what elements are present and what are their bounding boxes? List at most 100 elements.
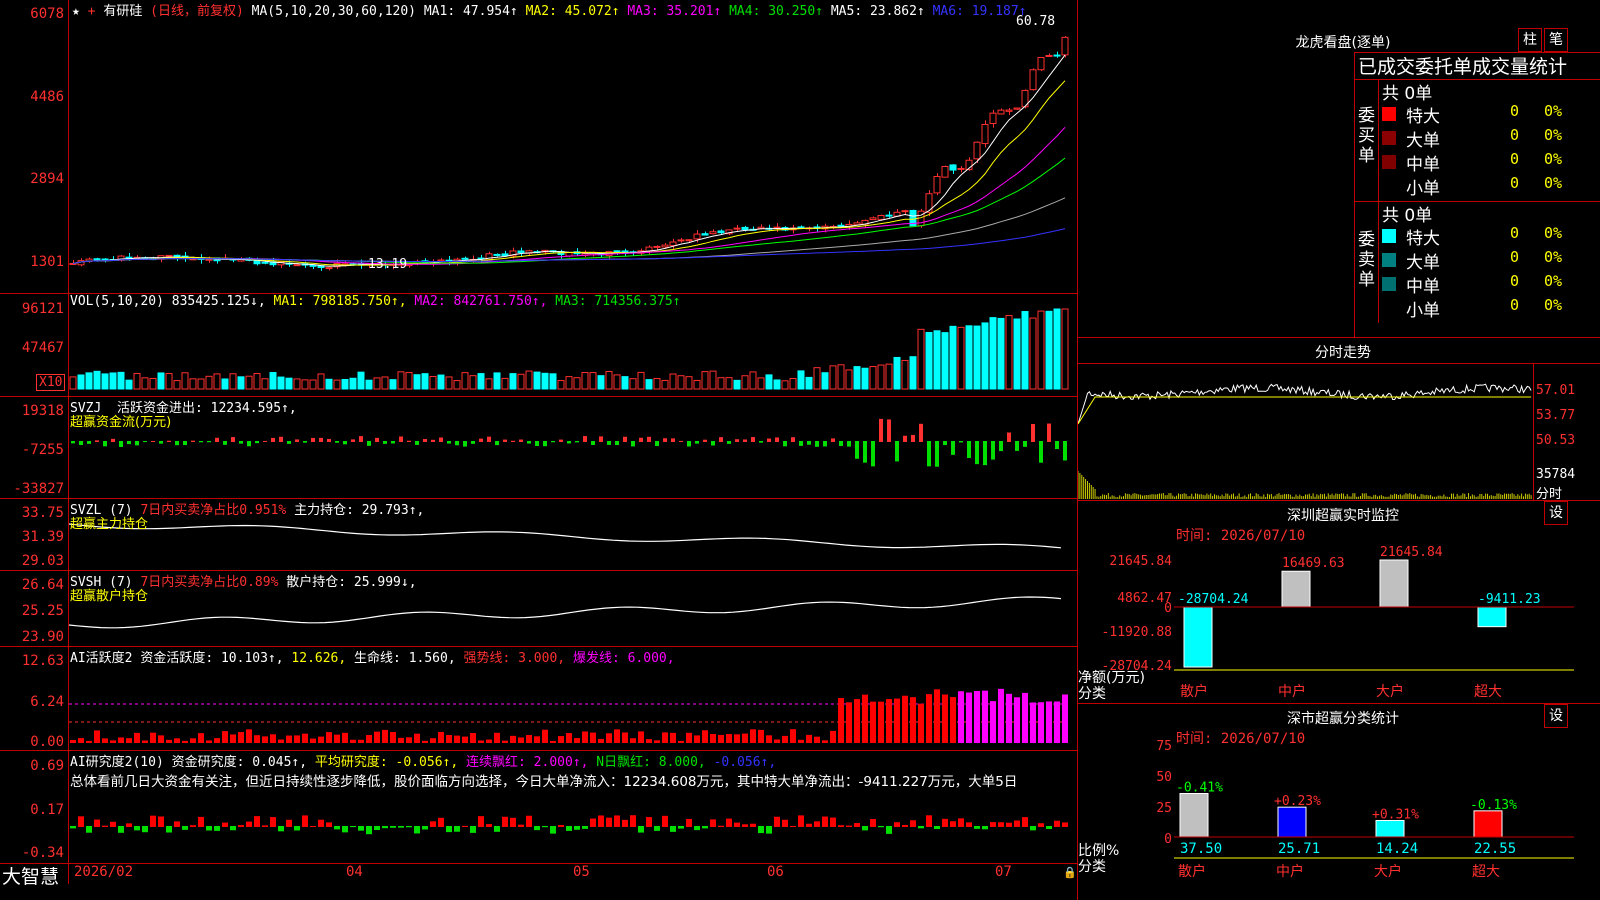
ai-research-panel[interactable]: 0.69 0.17 -0.34 AI研究度2(10) 资金研究度: 0.045↑… <box>0 751 1077 863</box>
ma6-value: MA6: 19.187↑ <box>932 4 1027 19</box>
st-bar-label: 大户 <box>1374 863 1402 880</box>
vol-multiplier-badge[interactable]: X10 <box>36 374 66 391</box>
ai1-b: 12.626, <box>291 651 347 666</box>
date-tick-3: 05 <box>573 864 590 880</box>
sz-settings-button[interactable]: 设 <box>1544 501 1568 525</box>
ai2-c: 连续飘红: 2.000↑, <box>466 755 589 770</box>
ai1-e: 爆发线: 6.000, <box>572 651 675 666</box>
ai2-header: AI研究度2(10) 资金研究度: 0.045↑, 平均研究度: -0.056↑… <box>70 751 776 770</box>
intraday-price-line <box>1078 383 1532 425</box>
ai2-tick-1: 0.69 <box>30 758 64 774</box>
tick-mode-button[interactable]: 笔 <box>1544 28 1568 52</box>
ai2-summary: 总体看前几日大资金有关注，但近日持续性逐步降低，股价面临方向选择，今日大单净流入… <box>70 774 1018 790</box>
price-tick-2: 4486 <box>30 89 64 105</box>
price-panel[interactable]: 6078 4486 2894 1301 ★ + 有研硅 (日线，前复权) MA(… <box>0 0 1077 293</box>
svzl-ratio: 7日内买卖净占比0.951% <box>140 503 287 518</box>
st-bar-value: 25.71 <box>1278 841 1320 857</box>
sz-bar-value: 21645.84 <box>1380 545 1443 560</box>
intraday-chart[interactable] <box>1078 364 1533 500</box>
price-header: ★ + 有研硅 (日线，前复权) MA(5,10,20,30,60,120) M… <box>72 0 1027 19</box>
st-title: 深市超赢分类统计 <box>1287 711 1399 727</box>
vol-ma1: MA1: 798185.750↑, <box>273 294 407 309</box>
lock-icon[interactable]: 🔒 <box>1063 866 1077 879</box>
high-price-marker: 60.78 <box>1016 14 1056 29</box>
sz-bar-label: 中户 <box>1278 683 1306 700</box>
vol-tick-1: 96121 <box>21 301 64 317</box>
buy-row-count: 0 <box>1510 126 1520 144</box>
sz-bar <box>1183 606 1213 668</box>
low-price-marker: 13.19 <box>368 257 408 272</box>
vol-title: VOL(5,10,20) <box>70 294 164 309</box>
buy-row-count: 0 <box>1510 150 1520 168</box>
svsh-tick-2: 25.25 <box>21 603 64 619</box>
price-tick-top: 6078 <box>30 6 64 22</box>
svzl-panel[interactable]: 33.75 31.39 29.03 SVZL (7) 7日内买卖净占比0.951… <box>0 499 1077 570</box>
st-cat: 分类 <box>1078 859 1106 875</box>
st-bar-chart[interactable]: -0.41% 37.50 散户 +0.23% 25.71 中户 +0.31% 14.24 大户 -… <box>1174 740 1600 900</box>
svzl-main: 主力持仓: 29.793↑, <box>294 503 425 518</box>
ai2-tick-2: 0.17 <box>30 802 64 818</box>
svsh-retail: 散户持仓: 25.999↓, <box>286 575 417 590</box>
stock-name[interactable]: 有研硅 <box>103 4 142 19</box>
sz-bar-value: -28704.24 <box>1178 592 1249 607</box>
sz-bar-chart[interactable]: -28704.24 散户 16469.63 中户 21645.84 大户 -9411.23 超… <box>1174 540 1600 700</box>
svsh-panel[interactable]: 26.64 25.25 23.90 SVSH (7) 7日内买卖净占比0.89%… <box>0 571 1077 646</box>
svzj-tick-1: 19318 <box>21 403 64 419</box>
svzj-tick-3: -33827 <box>13 481 64 497</box>
buy-row-name: 大单 <box>1406 131 1440 151</box>
sz-bar-label: 超大 <box>1474 684 1502 700</box>
sell-total: 共 0单 <box>1382 206 1433 226</box>
ma-params: MA(5,10,20,30,60,120) <box>251 4 417 19</box>
sell-row-count: 0 <box>1510 248 1520 266</box>
order-header: 已成交委托单成交量统计 <box>1358 56 1568 78</box>
period-label[interactable]: (日线，前复权) <box>150 4 244 19</box>
sz-bar-label: 散户 <box>1180 683 1208 700</box>
ma1-value: MA1: 47.954↑ <box>423 4 518 19</box>
price-tick-3: 2894 <box>30 171 64 187</box>
buy-swatch <box>1382 179 1396 193</box>
sz-bar <box>1477 606 1507 628</box>
st-bar-label: 散户 <box>1178 863 1206 880</box>
ai2-a: 资金研究度: 0.045↑, <box>171 755 308 770</box>
brand-logo[interactable]: 大智慧 <box>2 862 59 889</box>
sz-tick-4: -11920.88 <box>1101 625 1172 640</box>
st-bar-label: 超大 <box>1472 864 1500 880</box>
st-bar-value: 22.55 <box>1474 841 1516 857</box>
sz-bar-value: 16469.63 <box>1282 556 1345 571</box>
star-icon[interactable]: ★ <box>72 4 80 19</box>
ai2-tick-3: -0.34 <box>21 845 64 861</box>
sz-cat: 分类 <box>1078 686 1106 702</box>
ai1-a: 资金活跃度: 10.103↑, <box>140 651 284 666</box>
sz-bar-value: -9411.23 <box>1478 592 1541 607</box>
st-bar-change: +0.31% <box>1372 807 1419 822</box>
date-tick-1: 2026/02 <box>74 864 134 880</box>
st-settings-button[interactable]: 设 <box>1544 704 1568 728</box>
sz-top-divider <box>1078 500 1600 501</box>
svzl-sub: 超赢主力持仓 <box>70 517 149 532</box>
date-tick-4: 06 <box>767 864 784 880</box>
buy-swatch <box>1382 107 1396 121</box>
buy-total: 共 0单 <box>1382 84 1433 104</box>
sell-row-pct: 0% <box>1544 272 1563 290</box>
lhb-title: 龙虎看盘(逐单) <box>1295 35 1391 51</box>
volume-panel[interactable]: 96121 47467 X10 VOL(5,10,20) 835425.125↓… <box>0 294 1077 396</box>
st-bar-change: -0.13% <box>1470 798 1517 813</box>
star-plus-icon[interactable]: + <box>88 4 96 19</box>
st-bar <box>1375 819 1405 838</box>
buy-row-pct: 0% <box>1544 126 1563 144</box>
buy-row-pct: 0% <box>1544 102 1563 120</box>
svzj-panel[interactable]: 19318 -7255 -33827 SVZJ 活跃资金进出: 12234.59… <box>0 397 1077 498</box>
st-bar <box>1179 793 1209 838</box>
buy-row-count: 0 <box>1510 102 1520 120</box>
svsh-ratio: 7日内买卖净占比0.89% <box>140 575 279 590</box>
ai2-title: AI研究度2(10) <box>70 755 164 770</box>
ai-activity-panel[interactable]: 12.63 6.24 0.00 AI活跃度2 资金活跃度: 10.103↑, 1… <box>0 647 1077 750</box>
svzj-tick-2: -7255 <box>21 442 64 458</box>
ai1-c: 生命线: 1.560, <box>354 651 456 666</box>
bar-mode-button[interactable]: 柱 <box>1518 28 1542 52</box>
buy-label: 委买单 <box>1358 106 1375 166</box>
ai1-tick-1: 12.63 <box>21 653 64 669</box>
vol-value: 835425.125↓, <box>171 294 266 309</box>
svzl-tick-2: 31.39 <box>21 529 64 545</box>
intraday-avg-line <box>1078 396 1532 425</box>
